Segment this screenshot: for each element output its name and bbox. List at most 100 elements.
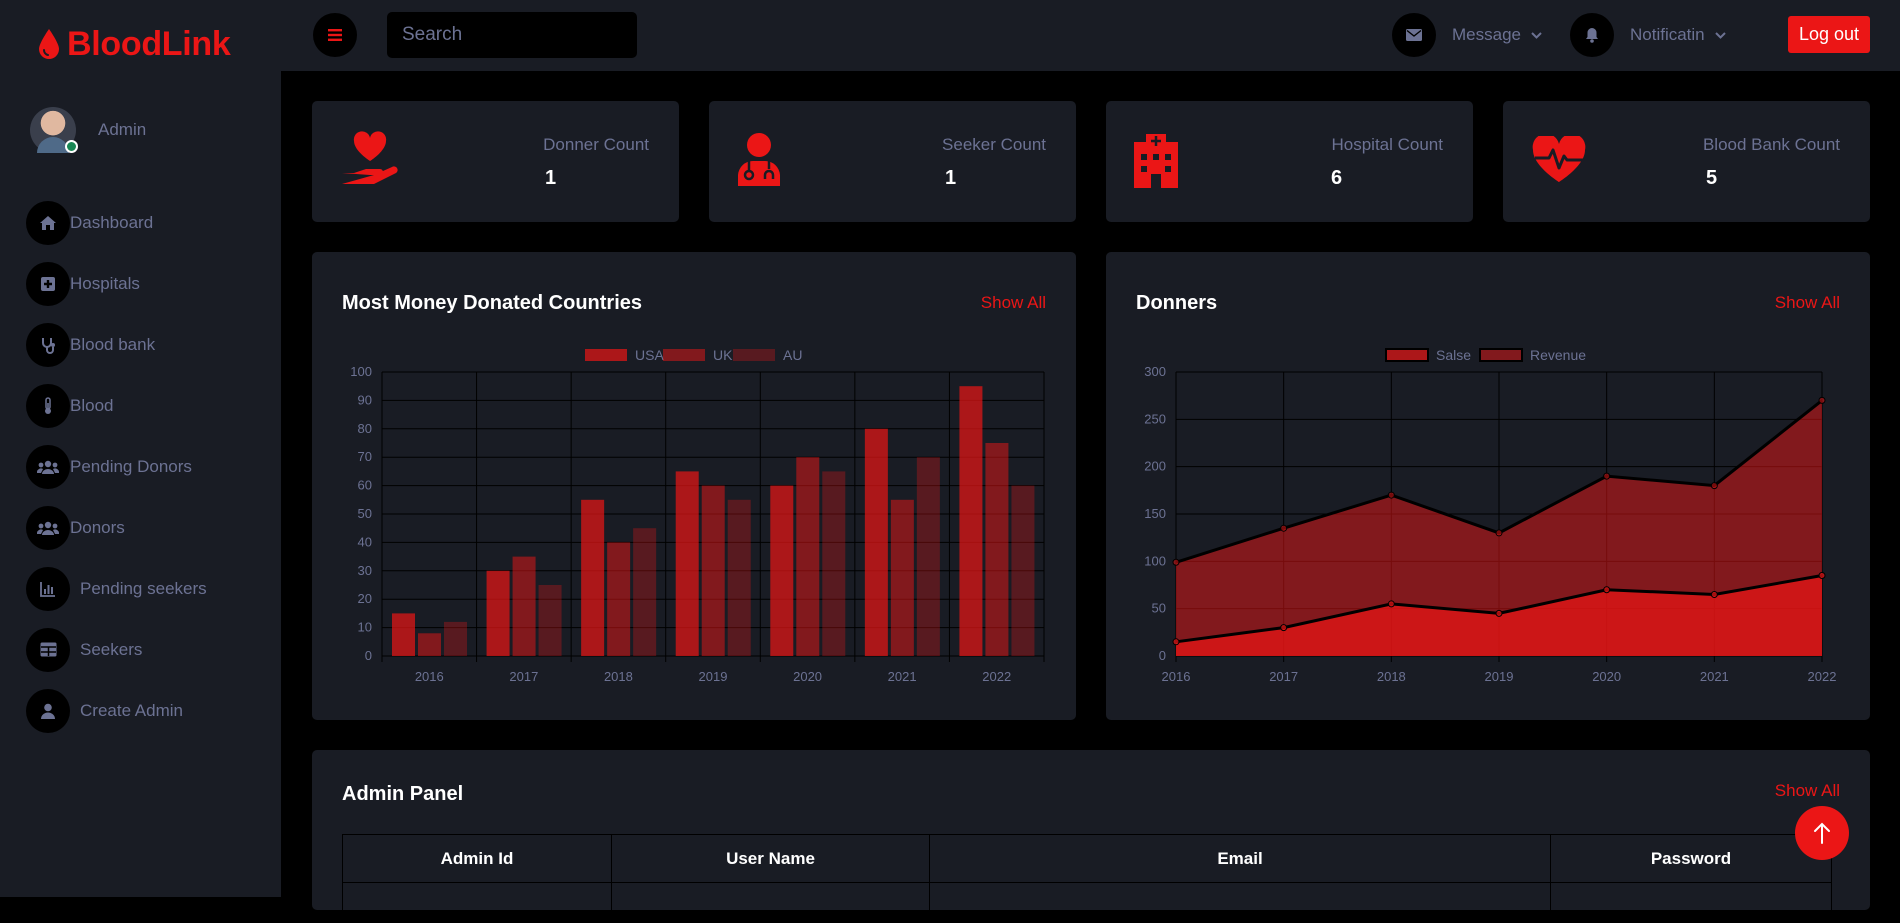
x-tick-label: 2020 <box>1592 669 1621 684</box>
x-tick-label: 2022 <box>982 669 1011 684</box>
data-point <box>1387 600 1395 608</box>
heart-pulse-icon <box>1532 136 1586 182</box>
profile-name: Admin <box>98 120 147 139</box>
brand[interactable]: BloodLink <box>37 22 231 66</box>
y-tick-label: 20 <box>358 591 372 606</box>
sidebar-item-label: Seekers <box>80 639 143 659</box>
menu-icon <box>328 29 342 41</box>
y-tick-label: 90 <box>358 392 372 407</box>
x-tick-label: 2018 <box>1377 669 1406 684</box>
bar <box>392 613 415 656</box>
column-header-email[interactable]: Email <box>929 834 1551 883</box>
sidebar-item-label: Blood bank <box>70 334 156 354</box>
x-tick-label: 2016 <box>415 669 444 684</box>
legend-swatch <box>1479 348 1523 362</box>
y-tick-label: 60 <box>358 478 372 493</box>
panel-title: Admin Panel <box>342 783 464 805</box>
chevron-down-icon <box>1531 31 1542 39</box>
area-chart: Salse Revenue 0 50 100 150 200 250 300 2016 2017 20… <box>1144 347 1837 684</box>
sidebar-item-blood-bank[interactable]: Blood bank <box>26 314 155 375</box>
notification-dropdown[interactable]: Notificatin <box>1570 13 1726 57</box>
x-tick-label: 2021 <box>888 669 917 684</box>
stat-label: Donner Count <box>543 135 649 154</box>
column-header-user-name[interactable]: User Name <box>611 834 930 883</box>
donners-chart-panel: Donners Show All Salse Revenue 0 50 100 150 20… <box>1106 252 1870 720</box>
stat-card-blood-bank: Blood Bank Count 5 <box>1503 101 1870 222</box>
sidebar-item-label: Blood <box>70 395 114 415</box>
sidebar-item-label: Pending seekers <box>80 578 207 598</box>
x-tick-label: 2019 <box>699 669 728 684</box>
notification-label: Notificatin <box>1630 25 1705 44</box>
bar <box>985 443 1009 656</box>
bar <box>633 528 657 656</box>
y-tick-label: 50 <box>1152 601 1166 616</box>
bar <box>607 542 631 656</box>
bell-icon <box>1570 13 1614 57</box>
message-dropdown[interactable]: Message <box>1392 13 1542 57</box>
sidebar-item-blood[interactable]: Blood <box>26 375 113 436</box>
data-point <box>1818 572 1826 580</box>
online-status-indicator <box>65 140 78 153</box>
user-icon <box>26 688 70 733</box>
data-point <box>1495 529 1503 537</box>
bar <box>512 556 536 656</box>
y-tick-label: 0 <box>365 648 372 663</box>
data-point <box>1280 624 1288 632</box>
bar <box>444 621 467 656</box>
sidebar-item-pending-seekers[interactable]: Pending seekers <box>26 558 207 619</box>
bar <box>701 485 725 656</box>
logout-button[interactable]: Log out <box>1788 16 1870 53</box>
x-tick-label: 2017 <box>1269 669 1298 684</box>
stat-label: Hospital Count <box>1331 135 1443 154</box>
home-icon <box>26 200 70 245</box>
sidebar-item-hospitals[interactable]: Hospitals <box>26 253 140 314</box>
y-tick-label: 30 <box>358 563 372 578</box>
data-point <box>1172 638 1180 646</box>
bar <box>822 471 846 656</box>
y-tick-label: 40 <box>358 534 372 549</box>
sidebar-toggle-button[interactable] <box>313 13 357 57</box>
y-tick-label: 50 <box>358 506 372 521</box>
sidebar-item-dashboard[interactable]: Dashboard <box>26 192 153 253</box>
bar <box>770 485 794 656</box>
bar <box>1011 485 1035 656</box>
legend-label: USA <box>635 347 664 363</box>
x-tick-label: 2016 <box>1162 669 1191 684</box>
bar <box>727 499 751 656</box>
show-all-link[interactable]: Show All <box>1775 781 1840 801</box>
data-point <box>1387 491 1395 499</box>
sidebar-item-label: Hospitals <box>70 273 140 293</box>
arrow-up-icon <box>1814 822 1830 844</box>
envelope-icon <box>1392 13 1436 57</box>
data-point <box>1280 524 1288 532</box>
sidebar-item-label: Dashboard <box>70 212 154 232</box>
legend-swatch <box>1385 348 1429 362</box>
sidebar-item-donors[interactable]: Donors <box>26 497 125 558</box>
stat-value: 1 <box>545 167 557 189</box>
bar <box>890 499 914 656</box>
y-tick-label: 0 <box>1159 648 1166 663</box>
back-to-top-button[interactable] <box>1795 806 1849 860</box>
data-point <box>1818 396 1826 404</box>
admin-table: Admin Id User Name Email Password <box>342 834 1832 923</box>
x-tick-label: 2019 <box>1485 669 1514 684</box>
chevron-down-icon <box>1714 31 1726 39</box>
x-tick-label: 2022 <box>1808 669 1837 684</box>
y-tick-label: 250 <box>1144 411 1166 426</box>
column-header-admin-id[interactable]: Admin Id <box>342 834 612 883</box>
hospital-plus-icon <box>26 261 70 306</box>
column-header-password[interactable]: Password <box>1550 834 1832 883</box>
stat-label: Seeker Count <box>942 135 1046 154</box>
stat-card-hospital: Hospital Count 6 <box>1106 101 1473 222</box>
users-icon <box>26 444 70 489</box>
bar <box>864 428 888 656</box>
sidebar-item-pending-donors[interactable]: Pending Donors <box>26 436 192 497</box>
legend-label: UK <box>713 347 733 363</box>
sidebar-item-create-admin[interactable]: Create Admin <box>26 680 183 741</box>
search-input[interactable] <box>387 12 637 58</box>
sidebar-item-label: Pending Donors <box>70 456 192 476</box>
bar <box>581 499 605 656</box>
y-tick-label: 200 <box>1144 459 1166 474</box>
x-tick-label: 2021 <box>1700 669 1729 684</box>
sidebar-item-seekers[interactable]: Seekers <box>26 619 142 680</box>
